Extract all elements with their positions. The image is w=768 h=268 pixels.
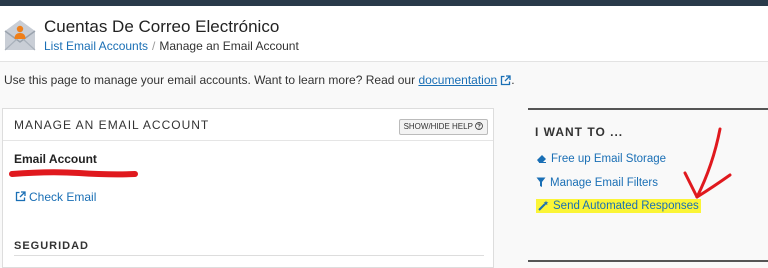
panel-header: MANAGE AN EMAIL ACCOUNT SHOW/HIDE HELP bbox=[3, 109, 493, 141]
magic-wand-icon bbox=[538, 200, 549, 211]
free-up-storage-label: Free up Email Storage bbox=[551, 153, 667, 165]
question-circle-icon bbox=[475, 122, 483, 130]
breadcrumb-separator: / bbox=[152, 39, 156, 53]
documentation-link[interactable]: documentation bbox=[418, 73, 497, 87]
filter-icon bbox=[536, 177, 546, 187]
manage-filters-link[interactable]: Manage Email Filters bbox=[536, 177, 658, 189]
intro-text: Use this page to manage your email accou… bbox=[4, 73, 515, 87]
sidebar-title: I WANT TO ... bbox=[535, 125, 624, 139]
free-up-storage-link[interactable]: Free up Email Storage bbox=[536, 153, 666, 165]
manage-filters-label: Manage Email Filters bbox=[550, 177, 659, 189]
manage-email-panel: MANAGE AN EMAIL ACCOUNT SHOW/HIDE HELP E… bbox=[2, 108, 494, 268]
breadcrumb-current: Manage an Email Account bbox=[159, 39, 299, 53]
annotation-arrow-icon bbox=[683, 127, 732, 199]
eraser-icon bbox=[537, 155, 546, 163]
help-button-label: SHOW/HIDE HELP bbox=[403, 122, 473, 131]
external-link-icon[interactable] bbox=[500, 75, 511, 86]
redaction-scribble bbox=[9, 169, 138, 178]
intro-end: . bbox=[511, 73, 515, 87]
email-account-label: Email Account bbox=[14, 152, 97, 166]
sidebar-bottom-border bbox=[528, 260, 768, 262]
page-title: Cuentas De Correo Electrónico bbox=[44, 17, 280, 36]
check-email-label: Check Email bbox=[29, 190, 97, 204]
breadcrumb-list-email-accounts[interactable]: List Email Accounts bbox=[44, 39, 148, 53]
sidebar-top-border bbox=[528, 108, 768, 110]
security-section-title: SEGURIDAD bbox=[14, 240, 90, 252]
check-email-link[interactable]: Check Email bbox=[15, 190, 96, 204]
intro-message: Use this page to manage your email accou… bbox=[4, 73, 416, 87]
email-account-icon bbox=[4, 20, 36, 51]
external-link-icon bbox=[15, 191, 26, 202]
section-divider bbox=[14, 255, 484, 256]
panel-title: MANAGE AN EMAIL ACCOUNT bbox=[14, 118, 210, 132]
breadcrumb: List Email Accounts / Manage an Email Acco… bbox=[44, 39, 299, 53]
show-hide-help-button[interactable]: SHOW/HIDE HELP bbox=[398, 119, 488, 135]
page-header: Cuentas De Correo Electrónico List Email… bbox=[0, 6, 768, 62]
